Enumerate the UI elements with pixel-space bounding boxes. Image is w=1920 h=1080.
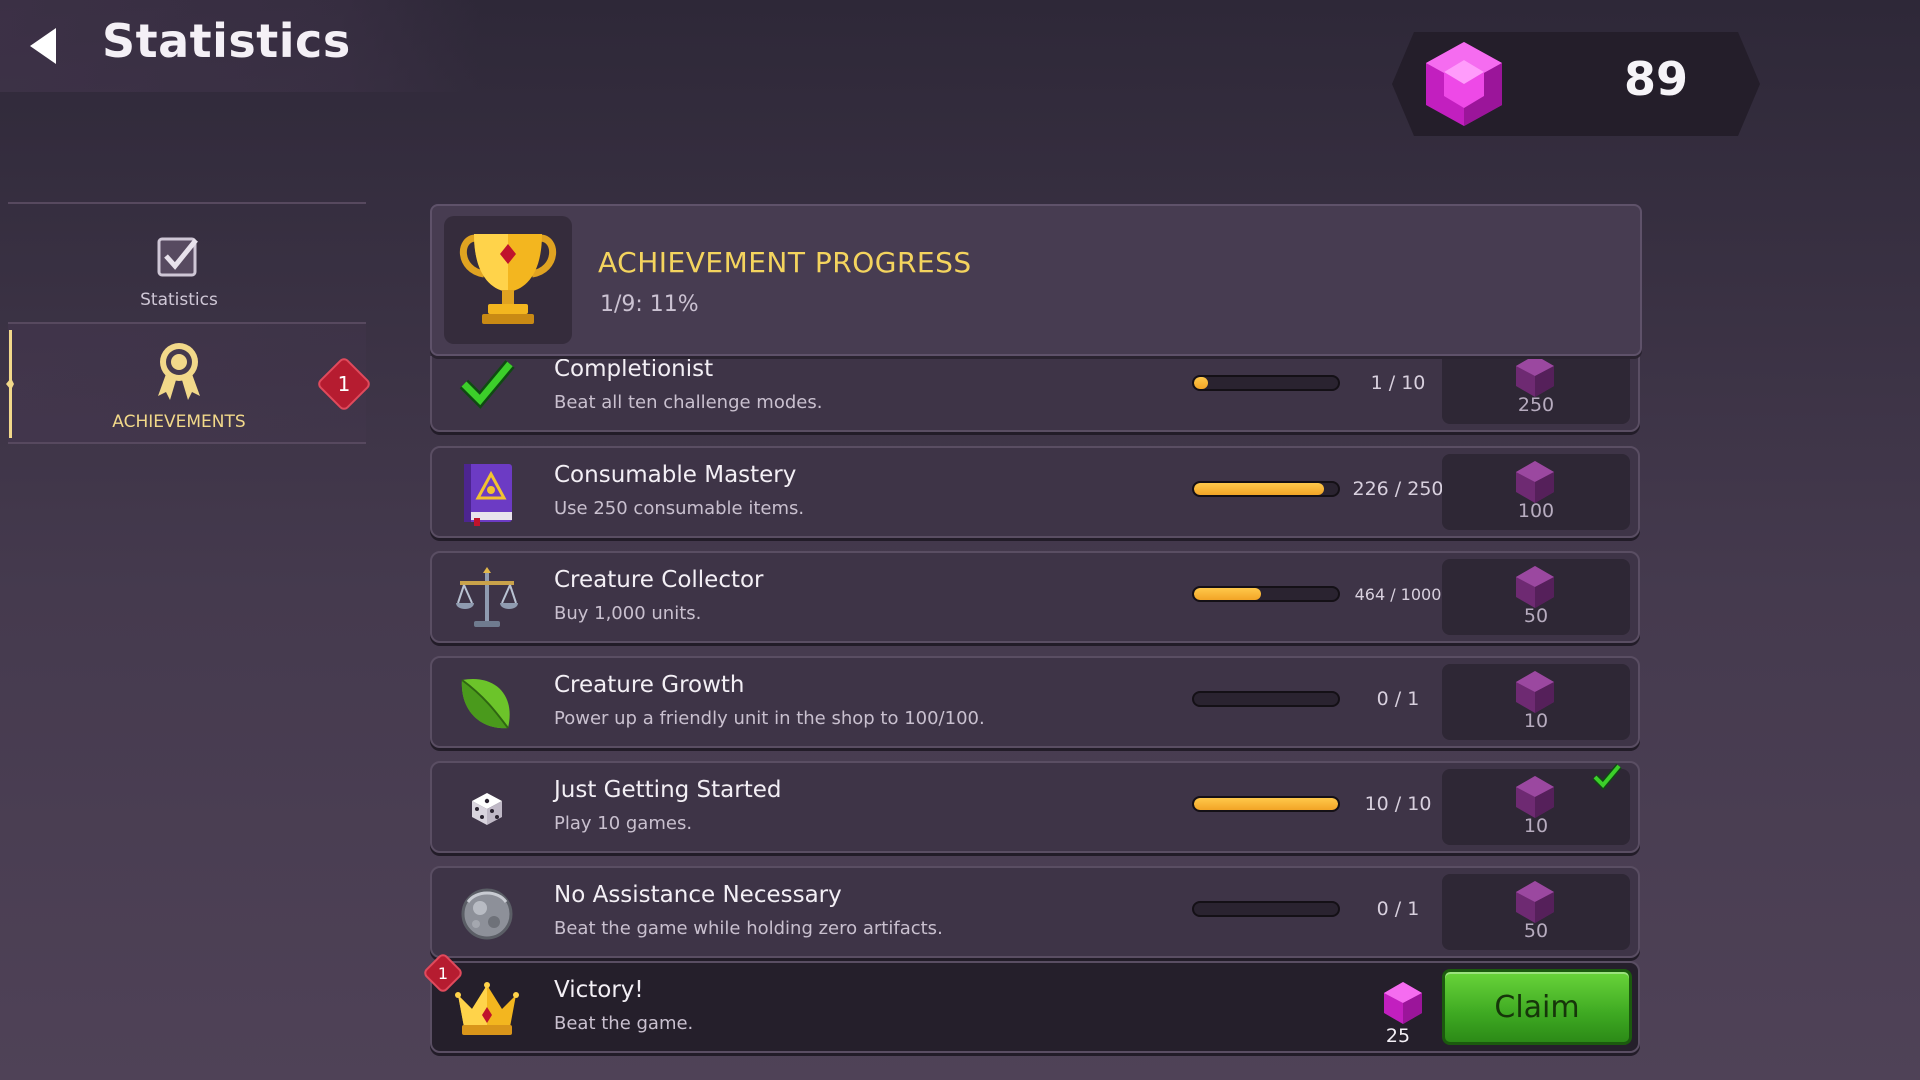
progress-text: 464 / 1000 [1354, 585, 1442, 604]
achievement-row-consumable-mastery[interactable]: Consumable Mastery Use 250 consumable it… [430, 446, 1640, 538]
crown-icon [455, 982, 519, 1035]
achievement-description: Beat the game. [554, 1013, 694, 1034]
achievement-row-victory[interactable]: Victory! Beat the game. 25 Claim [430, 961, 1640, 1053]
gem-icon [1516, 671, 1554, 713]
reward-box: 250 [1442, 356, 1630, 424]
sidebar-item-label: ACHIEVEMENTS [112, 412, 246, 432]
progress-text: 226 / 250 [1352, 478, 1444, 500]
achievement-description: Buy 1,000 units. [554, 603, 702, 624]
achievement-row-completionist[interactable]: Completionist Beat all ten challenge mod… [430, 356, 1640, 432]
gem-currency-panel: 89 [1392, 32, 1760, 136]
reward-value: 250 [1517, 394, 1555, 416]
gem-icon [1422, 40, 1506, 128]
achievement-description: Use 250 consumable items. [554, 498, 805, 519]
back-arrow-icon [30, 28, 56, 64]
progress-bar [1192, 375, 1340, 391]
gem-icon [1516, 881, 1554, 923]
reward-box: 10 [1442, 664, 1630, 740]
orb-icon [461, 888, 513, 940]
sidebar: Statistics ACHIEVEMENTS 1 [6, 202, 373, 444]
sidebar-item-statistics[interactable]: Statistics [8, 204, 366, 322]
gem-count: 89 [1623, 52, 1688, 106]
top-bar: Statistics [0, 0, 480, 92]
reward-value: 50 [1523, 605, 1549, 627]
progress-text: 0 / 1 [1376, 898, 1420, 920]
gem-icon [1384, 982, 1422, 1024]
achievement-description: Beat the game while holding zero artifac… [554, 918, 943, 939]
gem-icon [1516, 356, 1554, 397]
dice-icon [472, 793, 502, 825]
claim-button[interactable]: Claim [1442, 969, 1632, 1045]
achievement-name: Creature Collector [554, 567, 764, 593]
reward-box: 50 [1442, 559, 1630, 635]
achievement-name: Creature Growth [554, 672, 745, 698]
achievement-name: No Assistance Necessary [554, 882, 842, 908]
achievement-name: Just Getting Started [554, 777, 782, 803]
progress-bar [1192, 586, 1340, 602]
sidebar-divider [8, 442, 366, 444]
sidebar-item-label: Statistics [140, 290, 218, 310]
achievement-name: Completionist [554, 356, 714, 382]
back-button[interactable] [26, 24, 66, 68]
achievement-description: Play 10 games. [554, 813, 693, 834]
reward-value: 10 [1523, 815, 1549, 837]
achievement-progress-card: ACHIEVEMENT PROGRESS 1/9: 11% [430, 204, 1642, 356]
reward-value: 25 [1385, 1025, 1411, 1047]
achievement-row-just-getting-started[interactable]: Just Getting Started Play 10 games. 10 /… [430, 761, 1640, 853]
progress-bar [1192, 901, 1340, 917]
progress-bar [1192, 481, 1340, 497]
spellbook-icon [464, 464, 512, 526]
medal-icon [158, 343, 200, 400]
progress-bar [1192, 691, 1340, 707]
gem-icon [1516, 566, 1554, 608]
reward-value: 10 [1523, 710, 1549, 732]
progress-fill [1194, 483, 1325, 495]
completed-check-icon [1592, 763, 1622, 791]
gem-icon [1516, 776, 1554, 818]
trophy-frame [444, 216, 572, 344]
checkbox-icon [157, 237, 198, 277]
trophy-icon [459, 234, 557, 324]
achievement-description: Power up a friendly unit in the shop to … [554, 708, 985, 729]
progress-text: 10 / 10 [1364, 793, 1432, 815]
scales-icon [456, 567, 518, 627]
reward-box: 100 [1442, 454, 1630, 530]
progress-bar [1192, 796, 1340, 812]
achievement-row-creature-collector[interactable]: Creature Collector Buy 1,000 units. 464 … [430, 551, 1640, 643]
progress-fill [1194, 588, 1261, 600]
progress-fill [1194, 798, 1338, 810]
achievement-progress-text: 1/9: 11% [600, 292, 699, 317]
achievement-description: Beat all ten challenge modes. [554, 392, 823, 413]
achievement-name: Victory! [554, 977, 644, 1003]
reward-value: 100 [1517, 500, 1555, 522]
achievement-row-no-assistance-necessary[interactable]: No Assistance Necessary Beat the game wh… [430, 866, 1640, 958]
notification-badge: 1 [315, 355, 373, 413]
page-title: Statistics [102, 14, 351, 68]
leaf-icon [461, 678, 510, 729]
achievement-row-creature-growth[interactable]: Creature Growth Power up a friendly unit… [430, 656, 1640, 748]
reward-value: 50 [1523, 920, 1549, 942]
progress-text: 1 / 10 [1370, 372, 1426, 394]
reward-box: 50 [1442, 874, 1630, 950]
green-check-icon [459, 360, 515, 409]
progress-text: 0 / 1 [1376, 688, 1420, 710]
achievement-progress-title: ACHIEVEMENT PROGRESS [598, 246, 972, 279]
progress-fill [1194, 377, 1209, 389]
sidebar-item-achievements[interactable]: ACHIEVEMENTS 1 [6, 324, 373, 442]
gem-icon [1516, 461, 1554, 503]
achievement-list[interactable]: Completionist Beat all ten challenge mod… [428, 356, 1648, 1056]
achievement-name: Consumable Mastery [554, 462, 797, 488]
